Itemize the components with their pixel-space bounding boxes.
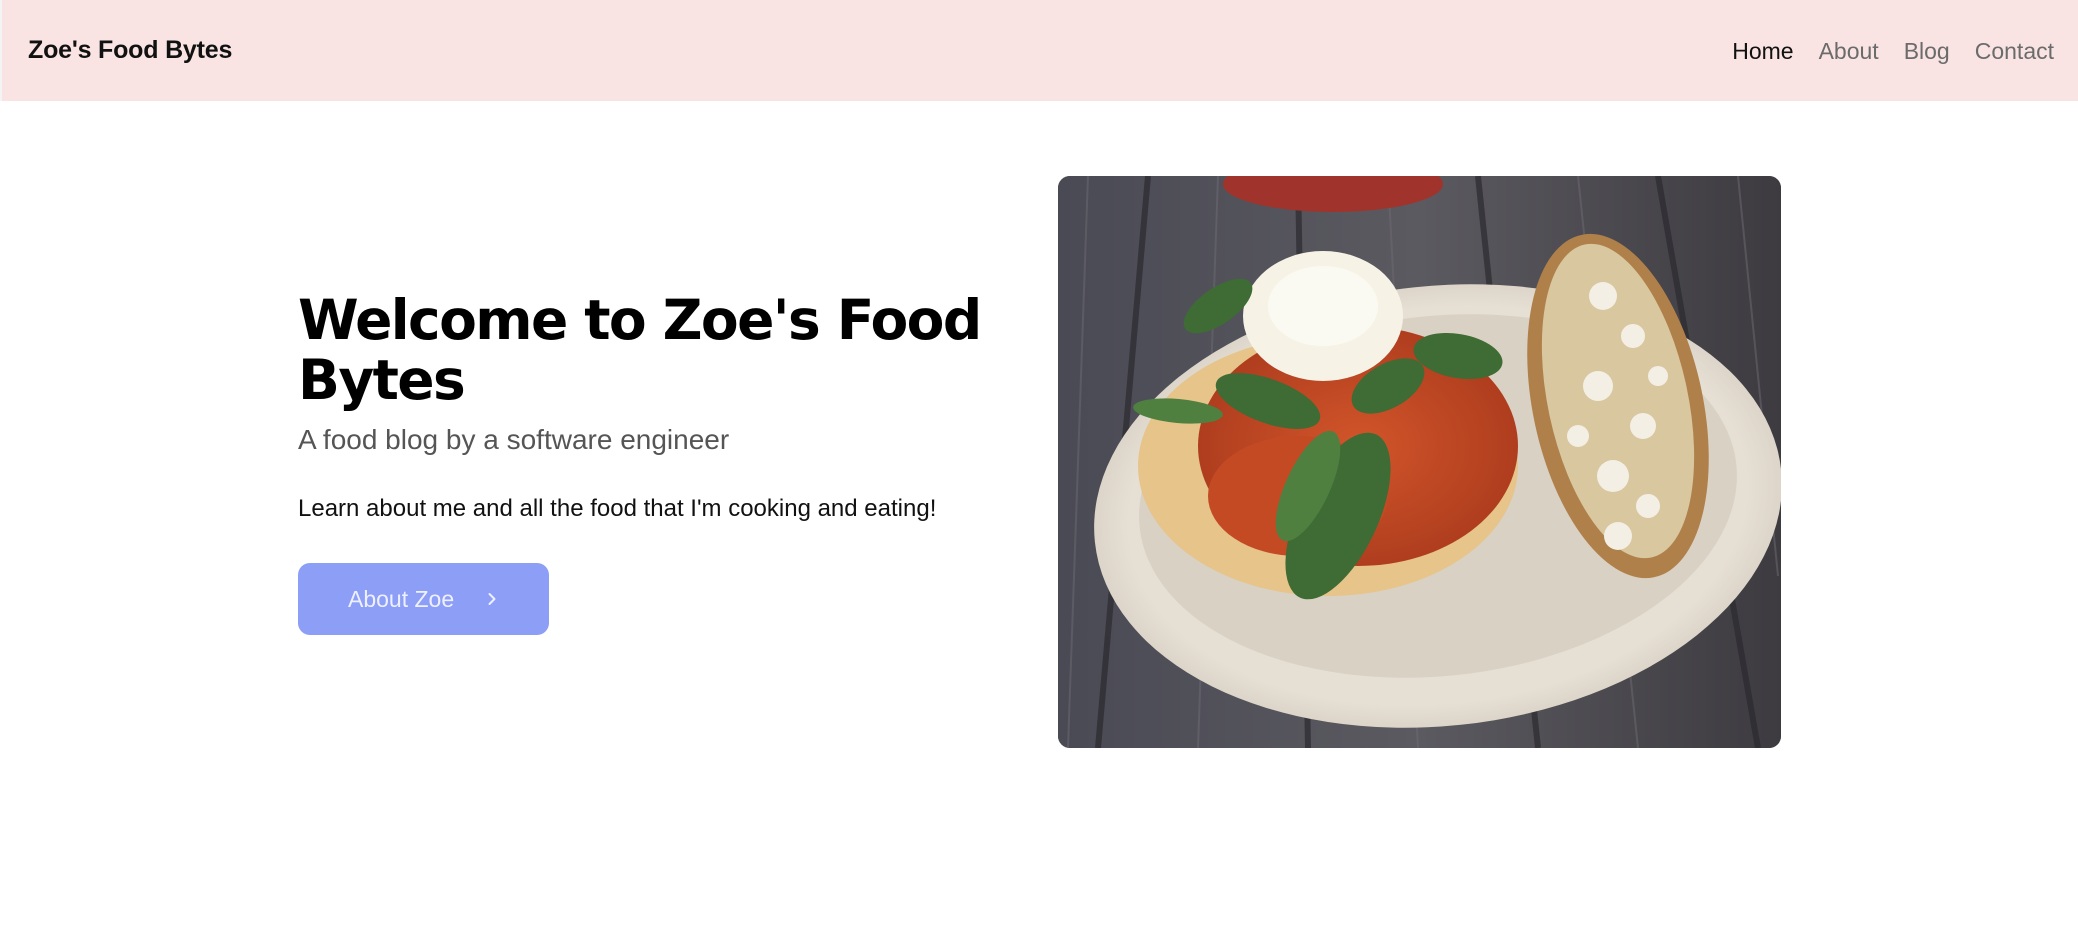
nav-link-blog[interactable]: Blog bbox=[1904, 38, 1950, 64]
hero-lead: Learn about me and all the food that I'm… bbox=[298, 495, 937, 522]
chevron-right-icon bbox=[488, 593, 496, 605]
nav-link-about[interactable]: About bbox=[1819, 38, 1879, 64]
navbar: Zoe's Food Bytes Home About Blog Contact bbox=[0, 0, 2078, 101]
about-zoe-button[interactable]: About Zoe bbox=[298, 563, 549, 635]
brand-link[interactable]: Zoe's Food Bytes bbox=[28, 36, 232, 65]
food-photo-illustration bbox=[1058, 176, 1781, 748]
nav-links: Home About Blog Contact bbox=[1707, 38, 2054, 64]
hero-food-photo bbox=[1058, 176, 1781, 748]
nav-link-home[interactable]: Home bbox=[1732, 38, 1793, 64]
about-zoe-button-label: About Zoe bbox=[348, 585, 455, 612]
hero-text: Welcome to Zoe's Food Bytes A food blog … bbox=[298, 290, 1018, 524]
hero-subtitle: A food blog by a software engineer bbox=[298, 424, 730, 455]
hero-title: Welcome to Zoe's Food Bytes bbox=[298, 288, 982, 412]
nav-link-contact[interactable]: Contact bbox=[1975, 38, 2054, 64]
